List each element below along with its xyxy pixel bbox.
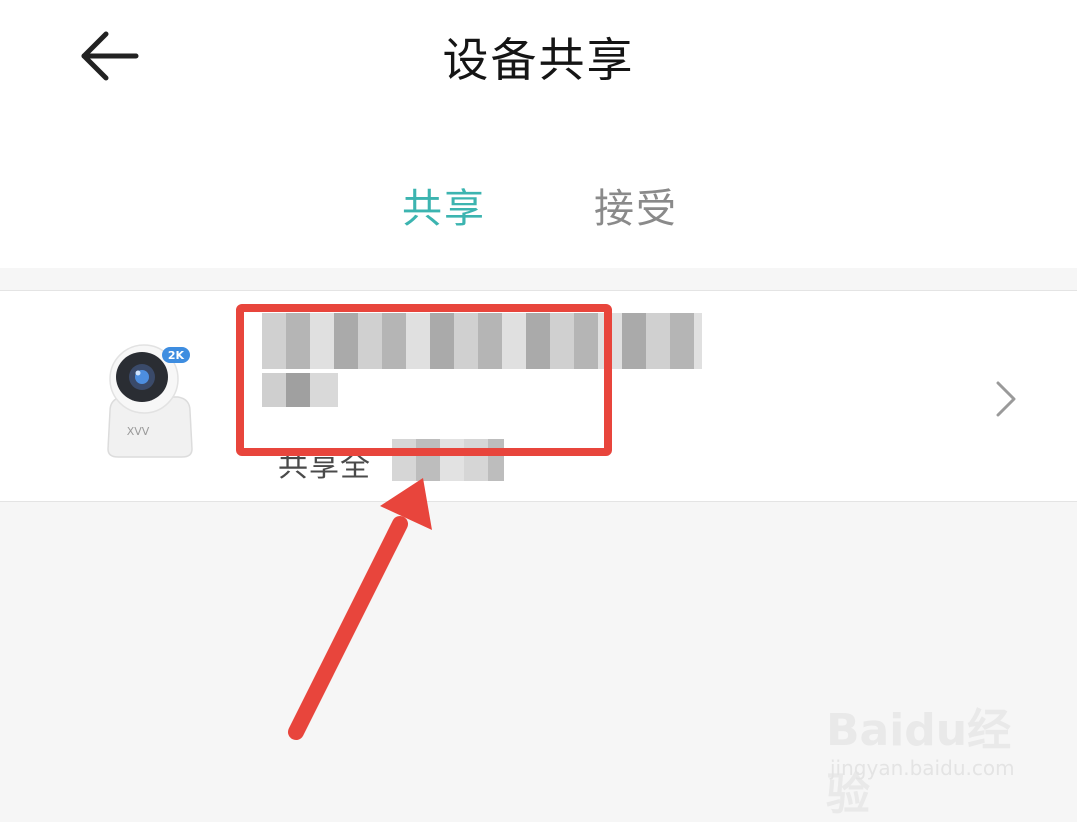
header: 设备共享 共享 接受 [0, 0, 1077, 268]
camera-icon: 2K XVV [96, 341, 204, 461]
watermark-url: jingyan.baidu.com [830, 756, 1015, 780]
brand-logo: XVV [127, 425, 150, 438]
watermark: Baidu经验 jingyan.baidu.com [826, 688, 1036, 820]
page-title: 设备共享 [442, 33, 635, 87]
tab-accept[interactable]: 接受 [594, 176, 678, 234]
resolution-badge: 2K [168, 349, 185, 362]
tab-share[interactable]: 共享 [402, 176, 486, 234]
chevron-right-icon[interactable] [990, 377, 1020, 421]
highlight-box [236, 304, 612, 456]
